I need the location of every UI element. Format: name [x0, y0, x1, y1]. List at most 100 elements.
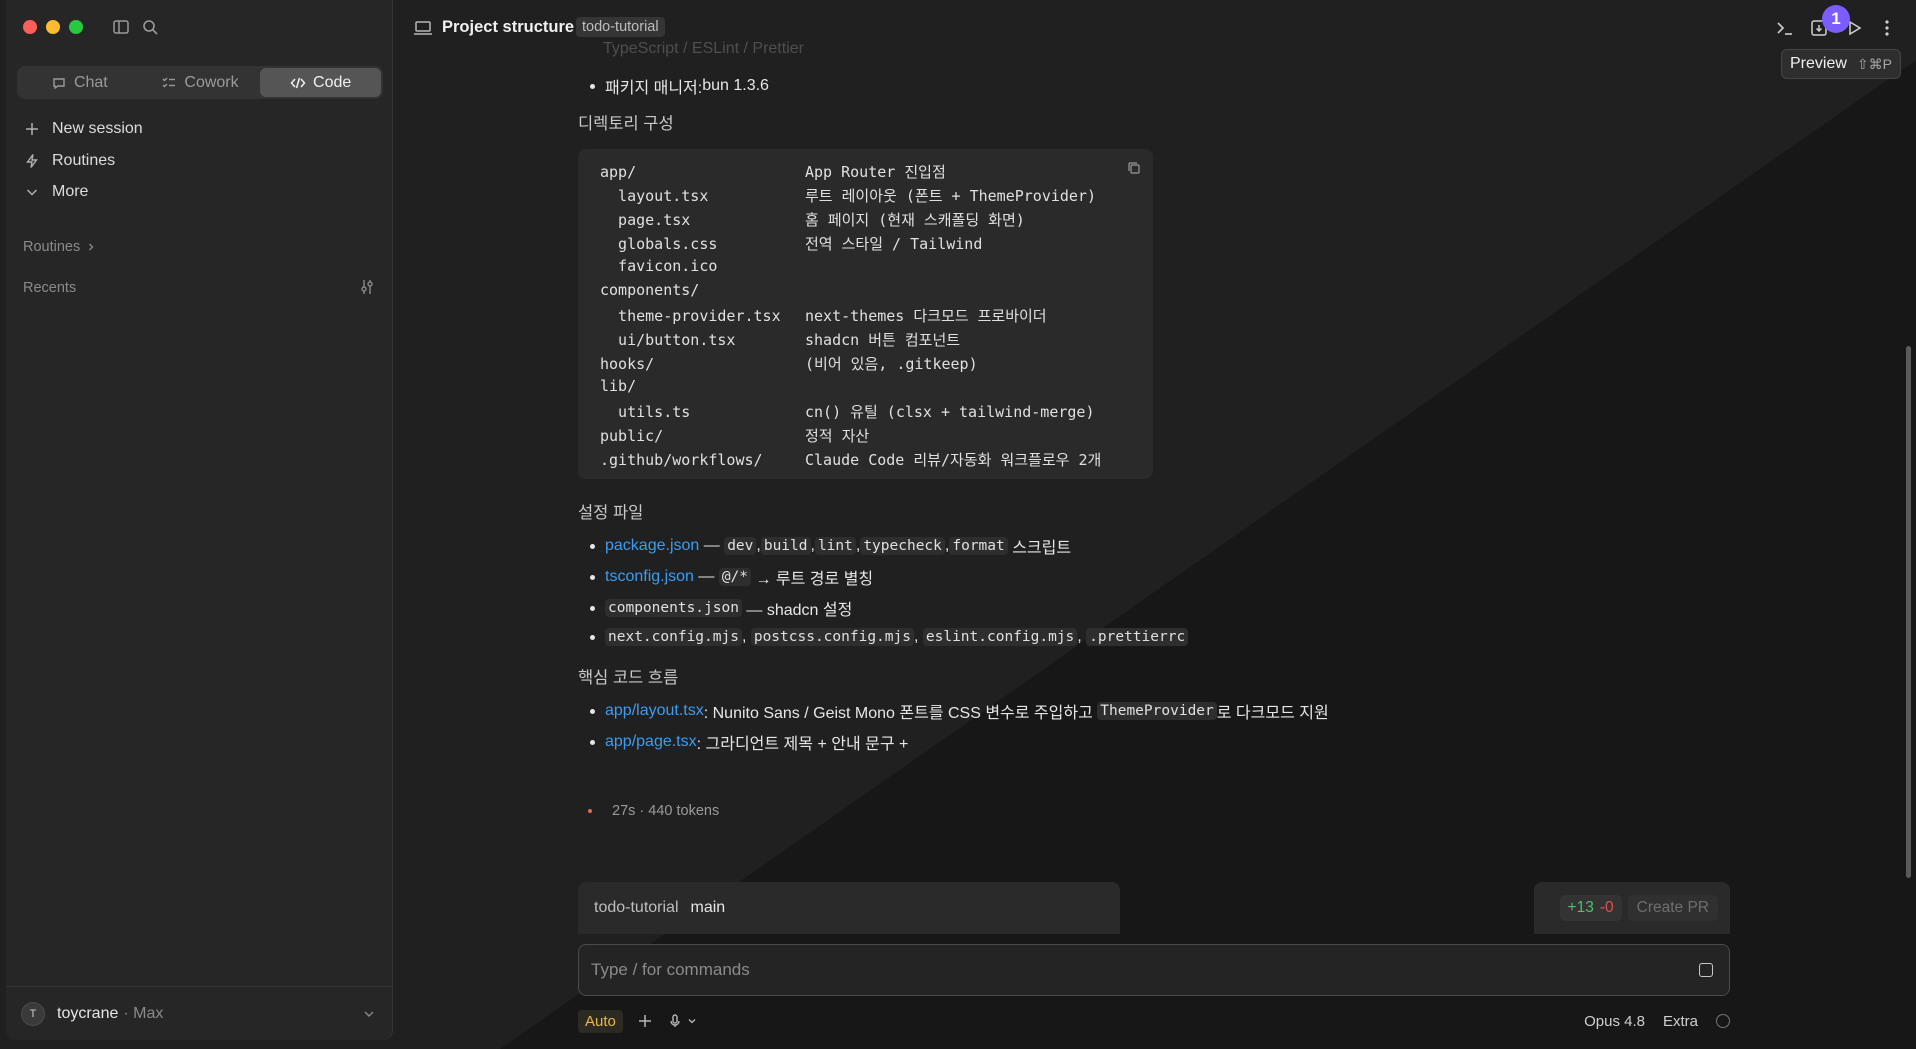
new-session-label: New session	[52, 120, 143, 137]
branch-info: todo-tutorial main	[578, 882, 1120, 934]
scripts-suffix: 스크립트	[1007, 540, 1072, 557]
code-line: globals.css 전역 스타일 / Tailwind	[600, 233, 982, 255]
lines-added: +13	[1567, 899, 1594, 916]
avatar: T	[21, 1001, 45, 1026]
code-description: 전역 스타일 / Tailwind	[805, 235, 983, 253]
tooltip-label: Preview	[1790, 55, 1847, 72]
microphone-icon[interactable]	[667, 1013, 683, 1029]
faded-list-item: TypeScript / ESLint / Prettier	[603, 40, 804, 57]
code-path: utils.ts	[600, 403, 691, 421]
prettierrc-code: .prettierrc	[1086, 628, 1189, 646]
components-suffix: — shadcn 설정	[741, 602, 853, 619]
code-description: (비어 있음, .gitkeep)	[805, 355, 978, 373]
sidebar-item-more[interactable]: More	[24, 180, 88, 204]
code-line: favicon.ico	[600, 257, 805, 279]
list-item-tsconfig: tsconfig.json — @/* → 루트 경로 별칭	[590, 565, 873, 589]
zoom-window-button[interactable]	[69, 20, 83, 34]
list-item-components-json: components.json — shadcn 설정	[590, 596, 852, 620]
app-window: Chat Cowork Code New session Routines Mo…	[0, 0, 1916, 1049]
effort-selector[interactable]: Extra	[1663, 1013, 1698, 1030]
page-text: : 그라디언트 제목 + 안내 문구 +	[696, 736, 909, 753]
response-stats: 27s · 440 tokens	[588, 803, 719, 819]
script-typecheck: typecheck	[860, 537, 945, 555]
mode-selector[interactable]: Auto	[578, 1009, 623, 1033]
dash: —	[693, 568, 719, 585]
list-item-package-json: package.json — dev, build, lint, typeche…	[590, 534, 1071, 558]
code-description: Claude Code 리뷰/자동화 워크플로우 2개	[805, 451, 1102, 469]
tab-cowork[interactable]: Cowork	[140, 68, 261, 97]
directory-code-block: app/App Router 진입점 layout.tsx 루트 레이아웃 (폰트…	[578, 149, 1153, 479]
model-selector[interactable]: Opus 4.8	[1584, 1013, 1645, 1030]
recents-section-header: Recents	[23, 280, 76, 296]
repo-name[interactable]: todo-tutorial	[594, 899, 679, 917]
code-line: layout.tsx 루트 레이아웃 (폰트 + ThemeProvider)	[600, 185, 1096, 207]
code-line: app/App Router 진입점	[600, 161, 946, 183]
package-json-link[interactable]: package.json	[605, 537, 699, 555]
scrollbar[interactable]	[1906, 346, 1911, 878]
plus-icon[interactable]	[637, 1013, 653, 1029]
tab-cowork-label: Cowork	[184, 73, 239, 91]
sidebar: Chat Cowork Code New session Routines Mo…	[6, 0, 393, 1040]
postcss-config-code: postcss.config.mjs	[750, 628, 914, 646]
code-path: favicon.ico	[600, 257, 718, 275]
new-session-button[interactable]: New session	[24, 117, 143, 141]
pr-actions: +13 -0 Create PR	[1534, 882, 1730, 934]
mode-tabs: Chat Cowork Code	[17, 66, 383, 99]
chevron-down-icon[interactable]	[687, 1013, 697, 1029]
branch-bar: todo-tutorial main +13 -0 Create PR	[578, 882, 1730, 934]
tsconfig-link[interactable]: tsconfig.json	[605, 568, 694, 586]
tab-chat[interactable]: Chat	[19, 68, 140, 97]
eslint-config-code: eslint.config.mjs	[922, 628, 1078, 646]
filter-sliders-icon[interactable]	[358, 278, 376, 296]
terminal-icon[interactable]	[1774, 17, 1796, 39]
composer-toolbar: Auto Opus 4.8 Extra	[578, 1008, 1730, 1034]
tab-code[interactable]: Code	[260, 68, 382, 97]
diff-stat[interactable]: +13 -0	[1559, 895, 1622, 921]
sidebar-toggle-icon[interactable]	[111, 17, 131, 37]
routines-section-header[interactable]: Routines	[23, 239, 96, 255]
tooltip-shortcut: ⇧⌘P	[1856, 55, 1892, 72]
code-path: globals.css	[600, 235, 718, 253]
sidebar-item-routines[interactable]: Routines	[24, 149, 115, 173]
code-line: utils.ts cn() 유틸 (clsx + tailwind-merge)	[600, 401, 1094, 423]
search-icon[interactable]	[140, 17, 160, 37]
chevron-right-icon	[89, 243, 94, 251]
package-manager-value: bun 1.3.6	[702, 77, 769, 94]
page-link[interactable]: app/page.tsx	[605, 733, 697, 751]
core-flow-heading: 핵심 코드 흐름	[578, 669, 679, 687]
code-path: public/	[600, 427, 664, 445]
path-alias: @/*	[718, 568, 752, 586]
code-line: theme-provider.tsx next-themes 다크모드 프로바이더	[600, 305, 1047, 327]
code-path: lib/	[600, 377, 637, 395]
code-path: ui/button.tsx	[600, 331, 736, 349]
code-path: .github/workflows/	[600, 451, 763, 469]
code-line: components/	[600, 281, 805, 303]
create-pr-button[interactable]: Create PR	[1627, 895, 1718, 921]
copy-icon[interactable]	[1127, 161, 1141, 175]
code-path: page.tsx	[600, 211, 691, 229]
next-config-code: next.config.mjs	[605, 628, 742, 646]
layout-suffix: 로 다크모드 지원	[1216, 705, 1329, 722]
code-line: page.tsx 홈 페이지 (현재 스캐폴딩 화면)	[600, 209, 1025, 231]
code-description: 홈 페이지 (현재 스캐폴딩 화면)	[805, 211, 1025, 229]
script-build: build	[760, 537, 811, 555]
code-line: lib/	[600, 377, 805, 399]
chevron-down-icon	[364, 1011, 374, 1017]
code-line: hooks/ (비어 있음, .gitkeep)	[600, 353, 978, 375]
code-description: 정적 자산	[805, 427, 870, 445]
project-badge[interactable]: todo-tutorial	[576, 17, 665, 37]
more-options-icon[interactable]	[1876, 17, 1898, 39]
bolt-icon	[26, 154, 38, 168]
prompt-input[interactable]	[591, 945, 1671, 995]
dash: —	[699, 537, 725, 554]
branch-name[interactable]: main	[691, 899, 726, 917]
code-path: theme-provider.tsx	[600, 307, 781, 325]
effort-indicator-icon[interactable]	[1716, 1014, 1730, 1028]
user-menu[interactable]: T toycrane · Max	[6, 986, 392, 1040]
script-dev: dev	[724, 537, 757, 555]
stop-icon[interactable]	[1699, 963, 1713, 977]
close-window-button[interactable]	[23, 20, 37, 34]
code-line: .github/workflows/Claude Code 리뷰/자동화 워크플…	[600, 449, 1101, 471]
minimize-window-button[interactable]	[46, 20, 60, 34]
layout-link[interactable]: app/layout.tsx	[605, 702, 704, 720]
